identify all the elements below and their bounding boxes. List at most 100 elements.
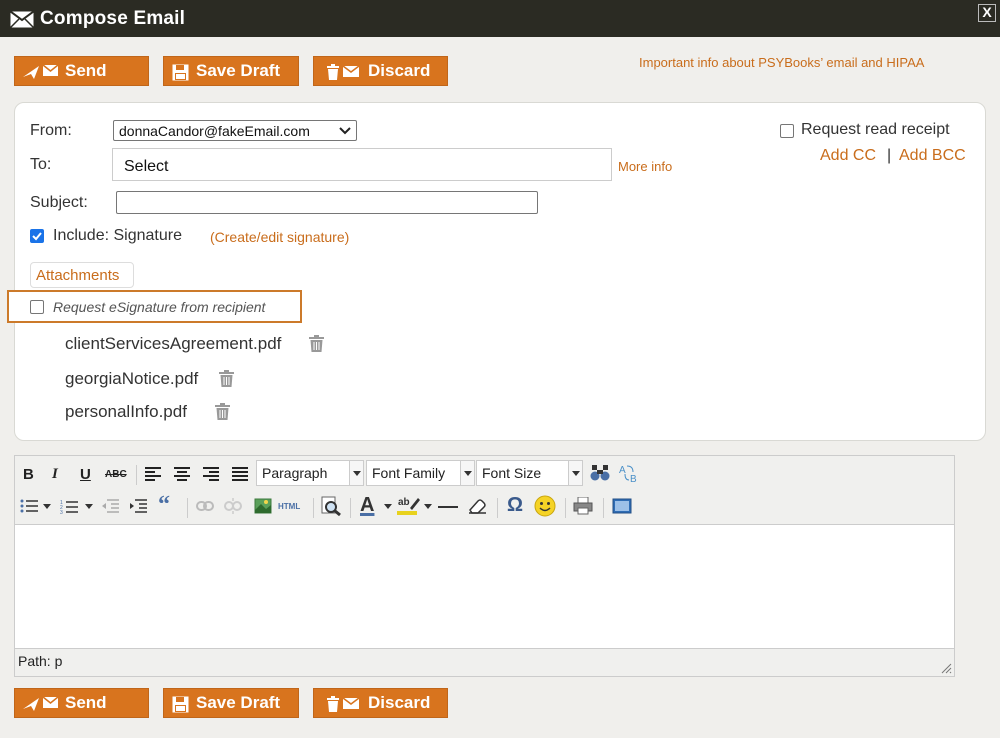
text-color-button[interactable]: A: [360, 494, 374, 517]
numbered-list-icon[interactable]: 123: [60, 499, 78, 514]
read-receipt-checkbox[interactable]: [780, 124, 794, 138]
font-size-select[interactable]: Font Size: [476, 460, 583, 486]
highlight-color-icon[interactable]: ab: [397, 495, 421, 515]
bold-button[interactable]: B: [23, 466, 34, 483]
chevron-down-icon: [460, 461, 474, 485]
save-draft-button-bottom[interactable]: Save Draft: [163, 688, 299, 718]
toolbar-separator: [187, 498, 188, 518]
send-button-bottom[interactable]: Send: [14, 688, 149, 718]
edit-signature-link[interactable]: (Create/edit signature): [210, 229, 349, 245]
image-icon[interactable]: [254, 498, 272, 514]
toolbar-separator: [497, 498, 498, 518]
save-draft-label: Save Draft: [196, 693, 281, 712]
link-icon[interactable]: [196, 501, 214, 511]
to-recipient-select[interactable]: Select: [112, 148, 612, 181]
floppy-disk-icon: [172, 64, 189, 81]
attachment-file: georgiaNotice.pdf: [65, 369, 199, 388]
esignature-checkbox[interactable]: [30, 300, 44, 314]
format-select-value: Paragraph: [262, 465, 328, 481]
eraser-icon[interactable]: [467, 498, 487, 514]
to-label: To:: [30, 156, 52, 173]
indent-icon[interactable]: [129, 499, 147, 513]
include-signature-checkbox[interactable]: [30, 229, 44, 243]
svg-text:B: B: [630, 474, 637, 483]
trash-icon[interactable]: [309, 335, 324, 352]
horizontal-rule-icon[interactable]: [438, 506, 458, 509]
outdent-icon[interactable]: [101, 499, 119, 513]
close-button[interactable]: X: [978, 4, 996, 22]
chevron-down-icon[interactable]: [85, 504, 93, 509]
subject-input[interactable]: [116, 191, 538, 214]
editor-toolbar: B I U ABC Paragraph Font Family Font Siz…: [15, 456, 954, 523]
editor-path-status: Path: p: [18, 653, 63, 669]
discard-button-bottom[interactable]: Discard: [313, 688, 448, 718]
preview-icon[interactable]: [321, 496, 341, 516]
esignature-label: Request eSignature from recipient: [53, 299, 266, 315]
trash-mail-icon: [327, 64, 360, 80]
font-family-select[interactable]: Font Family: [366, 460, 475, 486]
save-draft-label: Save Draft: [196, 61, 281, 80]
read-receipt-label: Request read receipt: [801, 121, 950, 138]
trash-icon[interactable]: [219, 370, 234, 387]
svg-text:3: 3: [60, 510, 63, 514]
italic-button[interactable]: I: [52, 466, 58, 483]
send-label: Send: [65, 61, 107, 80]
align-right-icon[interactable]: [203, 467, 219, 481]
align-center-icon[interactable]: [174, 467, 190, 481]
chevron-down-icon[interactable]: [424, 504, 432, 509]
save-draft-button-top[interactable]: Save Draft: [163, 56, 299, 86]
from-select[interactable]: donnaCandor@fakeEmail.com: [113, 120, 357, 141]
floppy-disk-icon: [172, 696, 189, 713]
discard-button-top[interactable]: Discard: [313, 56, 448, 86]
toolbar-separator: [350, 498, 351, 518]
strikethrough-button[interactable]: ABC: [105, 469, 127, 480]
fullscreen-icon[interactable]: [612, 498, 632, 514]
discard-label: Discard: [368, 693, 431, 712]
from-label: From:: [30, 122, 72, 139]
send-button-top[interactable]: Send: [14, 56, 149, 86]
chevron-down-icon: [349, 461, 363, 485]
add-bcc-link[interactable]: Add BCC: [899, 147, 966, 165]
include-signature-label: Include: Signature: [53, 227, 182, 244]
align-left-icon[interactable]: [145, 467, 161, 481]
font-size-value: Font Size: [482, 465, 542, 481]
attachments-button[interactable]: Attachments: [30, 262, 134, 288]
title-bar: Compose Email X: [0, 0, 1000, 37]
print-icon[interactable]: [573, 497, 593, 515]
toolbar-separator: [136, 465, 137, 485]
resize-handle-icon[interactable]: [941, 663, 952, 674]
paragraph-format-select[interactable]: Paragraph: [256, 460, 364, 486]
font-family-value: Font Family: [372, 465, 446, 481]
more-info-link[interactable]: More info: [618, 159, 672, 174]
bullet-list-icon[interactable]: [20, 499, 38, 513]
envelope-icon: [10, 11, 34, 28]
chevron-down-icon[interactable]: [384, 504, 392, 509]
svg-text:ab: ab: [398, 497, 410, 508]
blockquote-icon[interactable]: “: [158, 492, 170, 519]
emoticon-icon[interactable]: [534, 495, 556, 517]
chevron-down-icon[interactable]: [43, 504, 51, 509]
message-body-editor[interactable]: [15, 524, 954, 649]
attachment-file: personalInfo.pdf: [65, 402, 187, 421]
align-justify-icon[interactable]: [232, 467, 248, 481]
send-icon: [23, 696, 59, 711]
toolbar-separator: [313, 498, 314, 518]
chevron-down-icon: [339, 127, 351, 135]
toolbar-separator: [603, 498, 604, 518]
underline-button[interactable]: U: [80, 466, 91, 483]
unlink-icon[interactable]: [224, 498, 242, 514]
replace-icon[interactable]: AB: [618, 463, 640, 483]
discard-label: Discard: [368, 61, 431, 80]
html-source-button[interactable]: HTML: [278, 502, 300, 511]
attachment-file: clientServicesAgreement.pdf: [65, 334, 282, 353]
trash-icon[interactable]: [215, 403, 230, 420]
toolbar-separator: [565, 498, 566, 518]
find-binoculars-icon[interactable]: [590, 465, 610, 481]
hipaa-info-link[interactable]: Important info about PSYBooks’ email and…: [639, 55, 924, 70]
from-value: donnaCandor@fakeEmail.com: [119, 123, 310, 139]
window-title: Compose Email: [40, 8, 186, 29]
cc-bcc-separator: |: [887, 147, 892, 164]
special-character-button[interactable]: Ω: [507, 494, 523, 517]
add-cc-link[interactable]: Add CC: [820, 147, 876, 165]
send-icon: [23, 64, 59, 79]
